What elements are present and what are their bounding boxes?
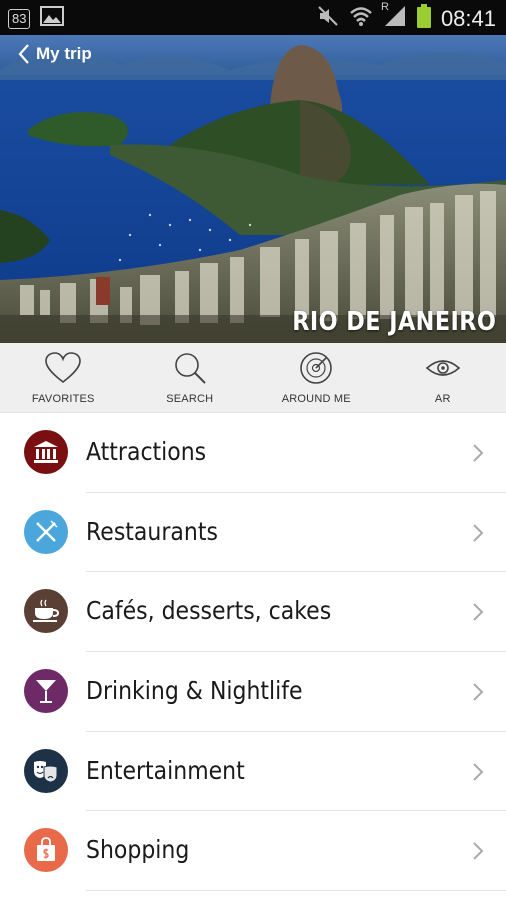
search-button[interactable]: SEARCH — [127, 343, 254, 412]
clock: 08:41 — [440, 5, 496, 31]
favorites-label: FAVORITES — [31, 393, 95, 405]
network-letter: R — [380, 1, 389, 13]
theater-masks-icon — [24, 748, 68, 793]
fork-knife-icon — [24, 509, 68, 554]
battery-icon — [416, 4, 431, 33]
heart-icon — [44, 352, 82, 389]
category-label: Restaurants — [86, 516, 218, 546]
status-bar: 83 R 08:41 — [0, 0, 506, 35]
coffee-cup-icon — [24, 589, 68, 634]
list-item-drinking-nightlife[interactable]: Drinking & Nightlife — [0, 652, 506, 732]
category-label: Shopping — [86, 835, 190, 865]
list-item-shopping[interactable]: Shopping — [0, 811, 506, 892]
chevron-right-icon — [472, 523, 484, 548]
divider — [86, 890, 506, 892]
city-title: RIO DE JANEIRO — [291, 307, 496, 337]
eye-icon — [424, 352, 462, 389]
shopping-bag-icon — [24, 828, 68, 873]
favorites-button[interactable]: FAVORITES — [0, 343, 127, 412]
radar-icon — [297, 352, 335, 389]
chevron-right-icon — [472, 443, 484, 468]
signal-icon: R — [381, 1, 407, 32]
ar-button[interactable]: AR — [380, 343, 506, 412]
chevron-right-icon — [472, 841, 484, 866]
hero-photo — [0, 35, 506, 343]
chevron-right-icon — [472, 682, 484, 707]
wifi-icon — [349, 5, 373, 32]
search-icon — [171, 352, 209, 389]
back-button[interactable]: My trip — [18, 43, 92, 65]
category-label: Cafés, desserts, cakes — [86, 596, 332, 626]
back-label: My trip — [36, 44, 92, 63]
chevron-right-icon — [472, 602, 484, 627]
chevron-left-icon — [18, 43, 30, 65]
chevron-right-icon — [472, 762, 484, 787]
museum-icon — [24, 430, 68, 474]
category-label: Entertainment — [86, 755, 245, 785]
around-me-label: AROUND ME — [281, 393, 351, 405]
list-item-entertainment[interactable]: Entertainment — [0, 732, 506, 812]
action-toolbar: FAVORITES SEARCH AROUND ME AR — [0, 343, 506, 413]
cocktail-icon — [24, 669, 68, 714]
list-item-cafes[interactable]: Cafés, desserts, cakes — [0, 572, 506, 653]
notification-count-badge: 83 — [8, 8, 31, 29]
category-label: Drinking & Nightlife — [86, 676, 303, 706]
category-list: Attractions Restaurants Cafés, desserts,… — [0, 413, 506, 892]
category-label: Attractions — [86, 437, 207, 466]
around-me-button[interactable]: AROUND ME — [253, 343, 380, 412]
list-item-restaurants[interactable]: Restaurants — [0, 493, 506, 573]
mute-icon — [317, 5, 339, 32]
gallery-icon — [40, 6, 65, 31]
search-label: SEARCH — [166, 393, 214, 405]
ar-label: AR — [434, 393, 451, 405]
list-item-attractions[interactable]: Attractions — [0, 413, 506, 493]
city-hero-image: My trip RIO DE JANEIRO — [0, 35, 506, 343]
